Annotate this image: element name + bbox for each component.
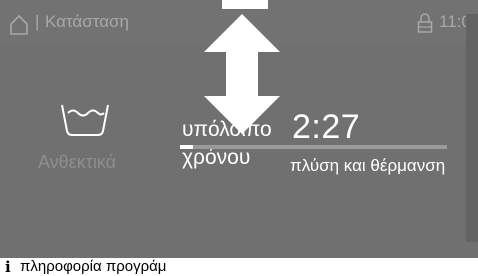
basin-icon (61, 104, 109, 136)
phase-status: πλύση και θέρμανση (290, 156, 446, 175)
status-separator: | (35, 12, 40, 31)
top-tab[interactable] (222, 0, 268, 9)
home-icon[interactable] (9, 14, 29, 36)
program-info-link[interactable]: πληροφορία προγράμ (20, 258, 166, 275)
program-name: Ανθεκτικά (38, 152, 117, 172)
info-icon: i (5, 258, 11, 276)
remaining-time-value: 2:27 (292, 108, 361, 146)
info-bar[interactable]: i πληροφορία προγράμ (0, 258, 478, 276)
progress-fill (180, 145, 194, 149)
display-screen: | Κατάσταση 11:02 Ανθεκτικά υπόλοιπο χρό… (0, 0, 478, 258)
scroll-edge[interactable] (466, 14, 478, 242)
status-title: Κατάσταση (45, 12, 130, 31)
progress-bar (180, 145, 447, 149)
vertical-double-arrow-icon[interactable] (200, 12, 284, 136)
lock-icon (417, 13, 433, 33)
